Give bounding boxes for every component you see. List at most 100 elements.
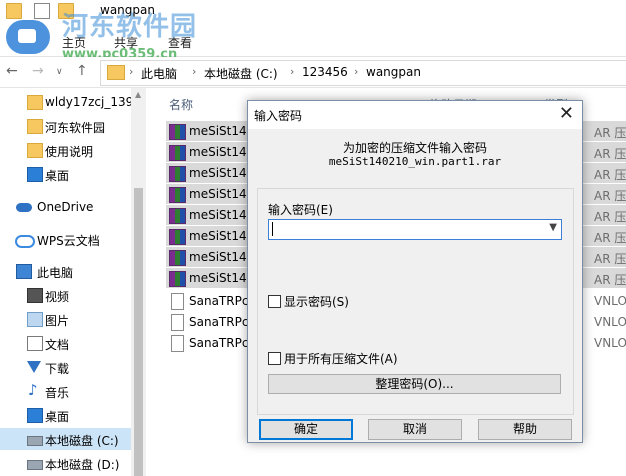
text-file-icon: [171, 335, 184, 352]
file-name: SanaTRPca: [189, 315, 256, 329]
sidebar-item-label: 此电脑: [37, 266, 74, 280]
sidebar-item-downloads[interactable]: 下载: [0, 356, 146, 378]
column-header-name[interactable]: 名称: [169, 96, 193, 113]
file-name: meSiSt140: [189, 124, 255, 138]
help-button[interactable]: 帮助: [478, 419, 572, 440]
file-type: AR 压缩: [594, 126, 626, 140]
watermark-brand: 河东软件园: [62, 12, 198, 42]
file-type: VNLOADI: [594, 336, 626, 350]
navigation-bar: ← → ∨ ↑ › 此电脑 › 本地磁盘 (C:) › 123456 › wan…: [0, 57, 626, 88]
sidebar-item-label: 河东软件园: [45, 121, 106, 135]
sidebar-item-instructions[interactable]: 使用说明: [0, 139, 146, 161]
sidebar-item-hedong[interactable]: 河东软件园: [0, 115, 146, 137]
file-name: meSiSt140: [189, 229, 255, 243]
up-arrow-icon[interactable]: ↑: [76, 63, 88, 79]
sidebar-item-label: 桌面: [45, 410, 70, 424]
address-bar[interactable]: › 此电脑 › 本地磁盘 (C:) › 123456 › wangpan: [100, 60, 626, 86]
sidebar-item-desktop[interactable]: 桌面: [0, 163, 146, 185]
sidebar-item-label: 视频: [45, 290, 70, 304]
chevron-right-icon[interactable]: ›: [192, 65, 196, 78]
rar-archive-icon: [169, 145, 186, 161]
sidebar-item-label: WPS云文档: [37, 234, 100, 248]
file-type: AR 压缩: [594, 168, 626, 182]
file-type: AR 压缩: [594, 252, 626, 266]
sidebar-item-wldy[interactable]: wldy17zcj_1397: [0, 91, 146, 113]
recent-chevron-icon[interactable]: ∨: [56, 67, 63, 77]
sidebar-item-label: 下载: [45, 362, 70, 376]
properties-icon[interactable]: [34, 3, 50, 19]
rar-archive-icon: [169, 271, 186, 287]
password-input[interactable]: ▼: [268, 219, 562, 240]
folder-icon: [6, 3, 22, 19]
sidebar-item-label: 本地磁盘 (D:): [45, 458, 120, 472]
sidebar-item-onedrive[interactable]: OneDrive: [0, 196, 146, 218]
rar-archive-icon: [169, 229, 186, 245]
watermark-logo-icon: [6, 20, 50, 54]
sidebar-item-label: 桌面: [45, 169, 70, 183]
file-type: AR 压缩: [594, 273, 626, 287]
sidebar-item-wps-cloud[interactable]: WPS云文档: [0, 228, 146, 250]
forward-arrow-icon[interactable]: →: [32, 63, 44, 79]
file-type: AR 压缩: [594, 147, 626, 161]
sidebar-item-label: 图片: [45, 314, 70, 328]
scroll-up-arrow-icon[interactable]: ▲: [135, 90, 141, 99]
rar-archive-icon: [169, 124, 186, 140]
text-caret: [272, 222, 273, 236]
folder-icon: [27, 95, 43, 110]
dialog-titlebar[interactable]: 输入密码 ✕: [248, 101, 582, 129]
chevron-right-icon[interactable]: ›: [129, 65, 133, 78]
sidebar-item-documents[interactable]: 文档: [0, 332, 146, 354]
folder-icon: [27, 119, 43, 134]
rar-archive-icon: [169, 166, 186, 182]
onedrive-icon: [16, 203, 32, 212]
sidebar-item-label: 音乐: [45, 386, 70, 400]
password-dialog: 输入密码 ✕ 为加密的压缩文件输入密码 meSiSt140210_win.par…: [247, 100, 583, 443]
file-name: meSiSt140: [189, 187, 255, 201]
navigation-pane: wldy17zcj_1397 河东软件园 使用说明 桌面 OneDrive WP…: [0, 88, 148, 476]
video-icon: [27, 288, 43, 303]
sidebar-item-drive-d[interactable]: 本地磁盘 (D:): [0, 452, 146, 474]
breadcrumb-wangpan[interactable]: wangpan: [366, 65, 421, 79]
drive-icon: [27, 460, 43, 470]
file-name: meSiSt140: [189, 250, 255, 264]
dialog-heading: 为加密的压缩文件输入密码: [342, 141, 487, 155]
sidebar-item-desktop-2[interactable]: 桌面: [0, 404, 146, 426]
sidebar-item-music[interactable]: ♪ 音乐: [0, 380, 146, 402]
breadcrumb-this-pc[interactable]: 此电脑: [141, 65, 177, 82]
file-name: meSiSt140: [189, 145, 255, 159]
documents-icon: [27, 336, 43, 351]
back-arrow-icon[interactable]: ←: [6, 63, 18, 79]
chevron-right-icon[interactable]: ›: [354, 65, 358, 78]
archive-filename: meSiSt140210_win.part1.rar: [328, 155, 502, 168]
ok-button[interactable]: 确定: [259, 419, 353, 440]
this-pc-icon: [16, 264, 32, 279]
all-archives-label[interactable]: 用于所有压缩文件(A): [284, 350, 398, 367]
breadcrumb-123456[interactable]: 123456: [302, 65, 348, 79]
sidebar-item-label: 文档: [45, 338, 70, 352]
folder-icon: [27, 143, 43, 158]
cancel-button[interactable]: 取消: [368, 419, 462, 440]
file-name: SanaTRPca: [189, 336, 256, 350]
rar-archive-icon: [169, 250, 186, 266]
sidebar-item-this-pc[interactable]: 此电脑: [0, 260, 146, 282]
sidebar-item-drive-c[interactable]: 本地磁盘 (C:): [0, 428, 146, 450]
chevron-right-icon[interactable]: ›: [290, 65, 294, 78]
sidebar-scroll-thumb[interactable]: [134, 188, 143, 476]
chevron-down-icon[interactable]: ▼: [549, 222, 557, 233]
sidebar-item-videos[interactable]: 视频: [0, 284, 146, 306]
text-file-icon: [171, 314, 184, 331]
download-icon: [27, 361, 41, 373]
file-type: AR 压缩: [594, 210, 626, 224]
breadcrumb-drive-c[interactable]: 本地磁盘 (C:): [204, 65, 278, 82]
dialog-title: 输入密码: [254, 109, 303, 123]
close-icon[interactable]: ✕: [559, 103, 574, 125]
sidebar-item-pictures[interactable]: 图片: [0, 308, 146, 330]
show-password-label[interactable]: 显示密码(S): [284, 293, 349, 310]
pictures-icon: [27, 312, 43, 327]
all-archives-checkbox[interactable]: [268, 352, 281, 365]
file-type: VNLOADI: [594, 294, 626, 308]
organize-passwords-button[interactable]: 整理密码(O)...: [268, 374, 561, 394]
file-name: meSiSt140: [189, 166, 255, 180]
rar-archive-icon: [169, 187, 186, 203]
show-password-checkbox[interactable]: [268, 295, 281, 308]
